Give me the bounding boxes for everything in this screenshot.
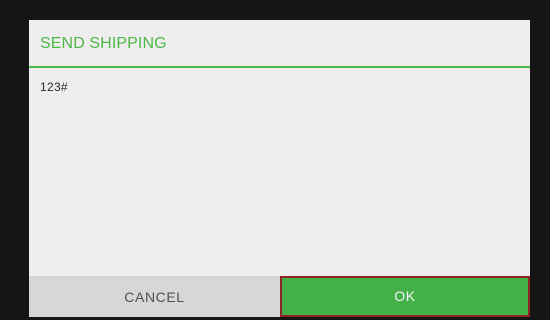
dialog-title: SEND SHIPPING xyxy=(40,35,167,52)
title-divider xyxy=(29,66,530,68)
ok-button[interactable]: OK xyxy=(280,276,530,317)
dialog-message: 123# xyxy=(40,80,68,94)
send-shipping-dialog: SEND SHIPPING 123# CANCEL OK xyxy=(29,20,530,317)
cancel-button[interactable]: CANCEL xyxy=(29,276,280,317)
